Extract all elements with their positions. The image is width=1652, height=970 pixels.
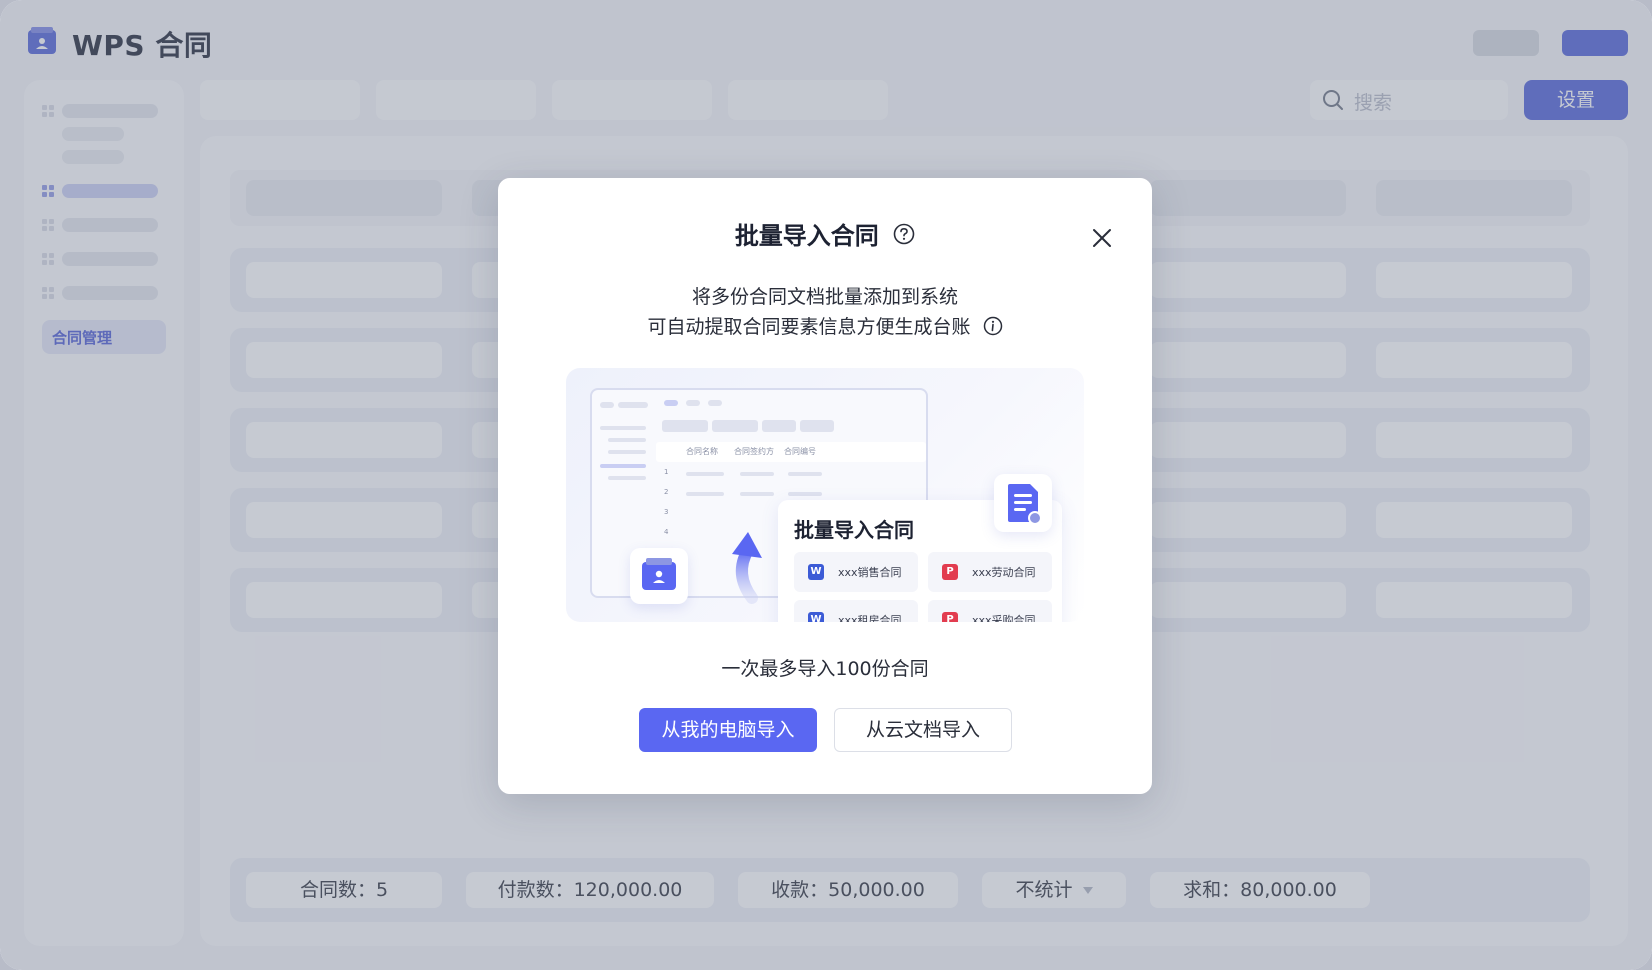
file-name: xxx销售合同 [838, 566, 902, 579]
illustration-row-number: 2 [664, 488, 669, 496]
illustration-file-item: P xxx劳动合同 [928, 552, 1052, 592]
document-icon [994, 474, 1052, 532]
word-file-icon: W [808, 612, 824, 622]
file-name: xxx租房合同 [838, 614, 902, 622]
help-icon[interactable] [893, 223, 915, 245]
import-illustration: 合同名称 合同签约方 合同编号 1 2 3 4 批量导入合同 W xxx销售合同… [566, 368, 1084, 622]
illustration-header-number: 合同编号 [784, 447, 816, 456]
illustration-card-title: 批量导入合同 [794, 518, 914, 542]
info-icon[interactable] [983, 316, 1003, 336]
file-name: xxx采购合同 [972, 614, 1036, 622]
import-from-computer-button[interactable]: 从我的电脑导入 [639, 708, 817, 752]
illustration-row-number: 3 [664, 508, 669, 516]
folder-icon [630, 548, 688, 604]
pdf-file-icon: P [942, 612, 958, 622]
close-icon[interactable] [1090, 226, 1114, 250]
dialog-description-line2: 可自动提取合同要素信息方便生成台账 [498, 312, 1152, 339]
illustration-header-party: 合同签约方 [734, 447, 774, 456]
app-window: WPS 合同 合同管理 搜索 设置 合同数：5 付款数：120,000.00 收… [0, 0, 1652, 970]
dialog-title: 批量导入合同 [498, 216, 1152, 251]
file-name: xxx劳动合同 [972, 566, 1036, 579]
illustration-row-number: 4 [664, 528, 669, 536]
import-limit-note: 一次最多导入100份合同 [721, 658, 929, 680]
illustration-file-item: W xxx租房合同 [794, 600, 918, 622]
pdf-file-icon: P [942, 564, 958, 580]
import-from-cloud-button[interactable]: 从云文档导入 [834, 708, 1012, 752]
upload-arrow-icon [732, 532, 762, 604]
dialog-description-text: 可自动提取合同要素信息方便生成台账 [647, 316, 971, 338]
batch-import-dialog: 批量导入合同 将多份合同文档批量添加到系统 可自动提取合同要素信息方便生成台账 [498, 178, 1152, 794]
illustration-header-name: 合同名称 [686, 447, 718, 456]
illustration-row-number: 1 [664, 468, 669, 476]
dialog-title-text: 批量导入合同 [734, 222, 879, 250]
illustration-file-item: W xxx销售合同 [794, 552, 918, 592]
word-file-icon: W [808, 564, 824, 580]
illustration-file-item: P xxx采购合同 [928, 600, 1052, 622]
dialog-description-line1: 将多份合同文档批量添加到系统 [691, 286, 958, 308]
